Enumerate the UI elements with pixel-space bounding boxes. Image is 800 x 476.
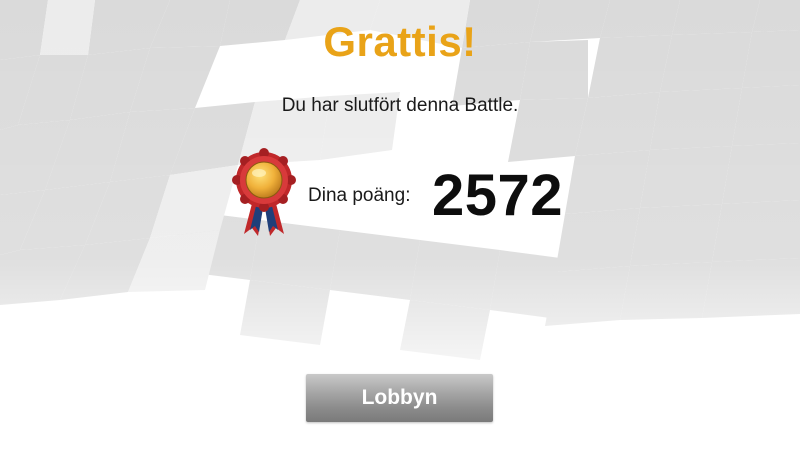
congrats-title: Grattis! [323, 18, 477, 65]
lobby-button[interactable]: Lobbyn [306, 374, 493, 422]
score-label: Dina poäng: [308, 185, 411, 206]
award-medal-icon [232, 148, 296, 236]
battle-complete-screen: Grattis! Du har slutfört denna Battle. D… [0, 0, 800, 476]
score-value: 2572 [432, 163, 564, 228]
completion-message: Du har slutfört denna Battle. [281, 95, 519, 116]
